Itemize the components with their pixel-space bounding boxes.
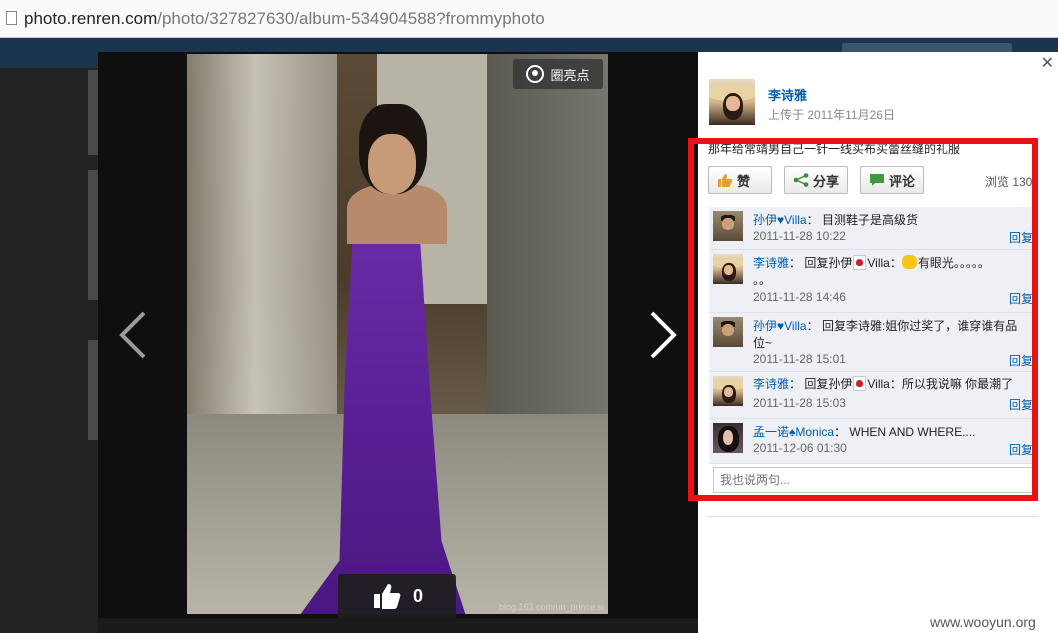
comment-time: 2011-11-28 15:03 [753, 396, 846, 410]
background-page [0, 68, 98, 633]
photo-viewer: blog.163.com/un_prince.si 圈亮点 0 [98, 52, 698, 633]
upload-date: 上传于 2011年11月26日 [768, 108, 895, 122]
commenter-avatar[interactable] [713, 376, 743, 406]
reply-link[interactable]: 回复 [1009, 229, 1033, 246]
divider [708, 516, 1038, 517]
comment-text: 回复李诗雅:姐你过奖了，谁穿谁有品 [821, 319, 1018, 333]
share-icon [793, 173, 809, 187]
reply-link[interactable]: 回复 [1009, 441, 1033, 458]
viewer-toolbar [98, 618, 698, 633]
photo-description: 那年给常靖男自己一针一线买布买蕾丝缝的礼服 [708, 142, 961, 156]
photo[interactable]: blog.163.com/un_prince.si [187, 54, 608, 614]
author-avatar[interactable] [709, 79, 755, 125]
reply-link[interactable]: 回复 [1009, 396, 1033, 413]
background-thumb [88, 340, 98, 440]
comment-time: 2011-11-28 15:01 [753, 352, 846, 366]
comment-text: 目测鞋子是高级货 [821, 213, 918, 227]
like-label: 赞 [737, 173, 751, 189]
comment-input[interactable] [713, 467, 1035, 493]
comment-item: 孙伊♥Villa： 目测鞋子是高级货 2011-11-28 10:22 回复 [709, 207, 1037, 250]
commenter-name[interactable]: 李诗雅 [753, 256, 789, 270]
photo-watermark: blog.163.com/un_prince.si [498, 602, 604, 612]
wooyun-watermark: www.wooyun.org [930, 614, 1036, 630]
commenter-name[interactable]: 孟一诺♠Monica [753, 425, 834, 439]
commenter-avatar[interactable] [713, 211, 743, 241]
commenter-name[interactable]: 孙伊♥Villa [753, 319, 807, 333]
commenter-avatar[interactable] [713, 423, 743, 453]
thumbs-up-icon [374, 584, 401, 609]
comment-item: 孙伊♥Villa： 回复李诗雅:姐你过奖了，谁穿谁有品 位~ 2011-11-28… [709, 313, 1037, 372]
heart-icon [853, 376, 867, 391]
comment-label: 评论 [889, 173, 916, 189]
like-button[interactable]: 赞 [708, 166, 772, 194]
comment-time: 2011-12-06 01:30 [753, 441, 847, 455]
close-icon[interactable]: ✕ [1041, 53, 1054, 73]
smiley-icon [901, 255, 917, 269]
address-bar[interactable]: photo.renren.com/photo/327827630/album-5… [0, 0, 1058, 38]
commenter-avatar[interactable] [713, 317, 743, 347]
thumbs-up-icon [718, 174, 733, 187]
reply-link[interactable]: 回复 [1009, 290, 1033, 307]
view-count: 浏览 130 [985, 175, 1033, 189]
commenter-name[interactable]: 孙伊♥Villa [753, 213, 807, 227]
comment-list: 孙伊♥Villa： 目测鞋子是高级货 2011-11-28 10:22 回复 李… [709, 207, 1037, 464]
commenter-name[interactable]: 李诗雅 [753, 377, 789, 391]
highlight-label: 圈亮点 [550, 67, 590, 83]
comment-text: WHEN AND WHERE.... [849, 425, 976, 439]
heart-icon [853, 255, 867, 270]
camera-icon [526, 65, 545, 83]
url-text[interactable]: photo.renren.com/photo/327827630/album-5… [24, 9, 545, 29]
highlight-button[interactable]: 圈亮点 [513, 59, 603, 89]
comment-bubble-icon [870, 174, 884, 186]
comments-panel: ✕ 李诗雅 上传于 2011年11月26日 那年给常靖男自己一针一线买布买蕾丝缝… [698, 52, 1058, 633]
background-thumb [88, 170, 98, 300]
commenter-avatar[interactable] [713, 254, 743, 284]
photo-like-button[interactable]: 0 [338, 574, 456, 619]
comment-button[interactable]: 评论 [860, 166, 924, 194]
share-label: 分享 [813, 173, 840, 189]
comment-item: 孟一诺♠Monica： WHEN AND WHERE.... 2011-12-0… [709, 419, 1037, 464]
background-thumb [88, 70, 98, 155]
comment-time: 2011-11-28 14:46 [753, 290, 846, 304]
comment-item: 李诗雅： 回复孙伊 Villa： 有眼光。。。。。。。 2011-11-28 14:… [709, 250, 1037, 313]
comment-time: 2011-11-28 10:22 [753, 229, 846, 243]
reply-link[interactable]: 回复 [1009, 352, 1033, 369]
like-count: 0 [413, 586, 424, 606]
next-arrow-icon[interactable] [648, 310, 678, 360]
page-icon [6, 11, 17, 25]
author-name[interactable]: 李诗雅 [768, 85, 807, 104]
comment-item: 李诗雅： 回复孙伊 Villa：所以我说嘛 你最潮了 2011-11-28 15:… [709, 372, 1037, 419]
previous-arrow-icon[interactable] [118, 310, 148, 360]
share-button[interactable]: 分享 [784, 166, 848, 194]
